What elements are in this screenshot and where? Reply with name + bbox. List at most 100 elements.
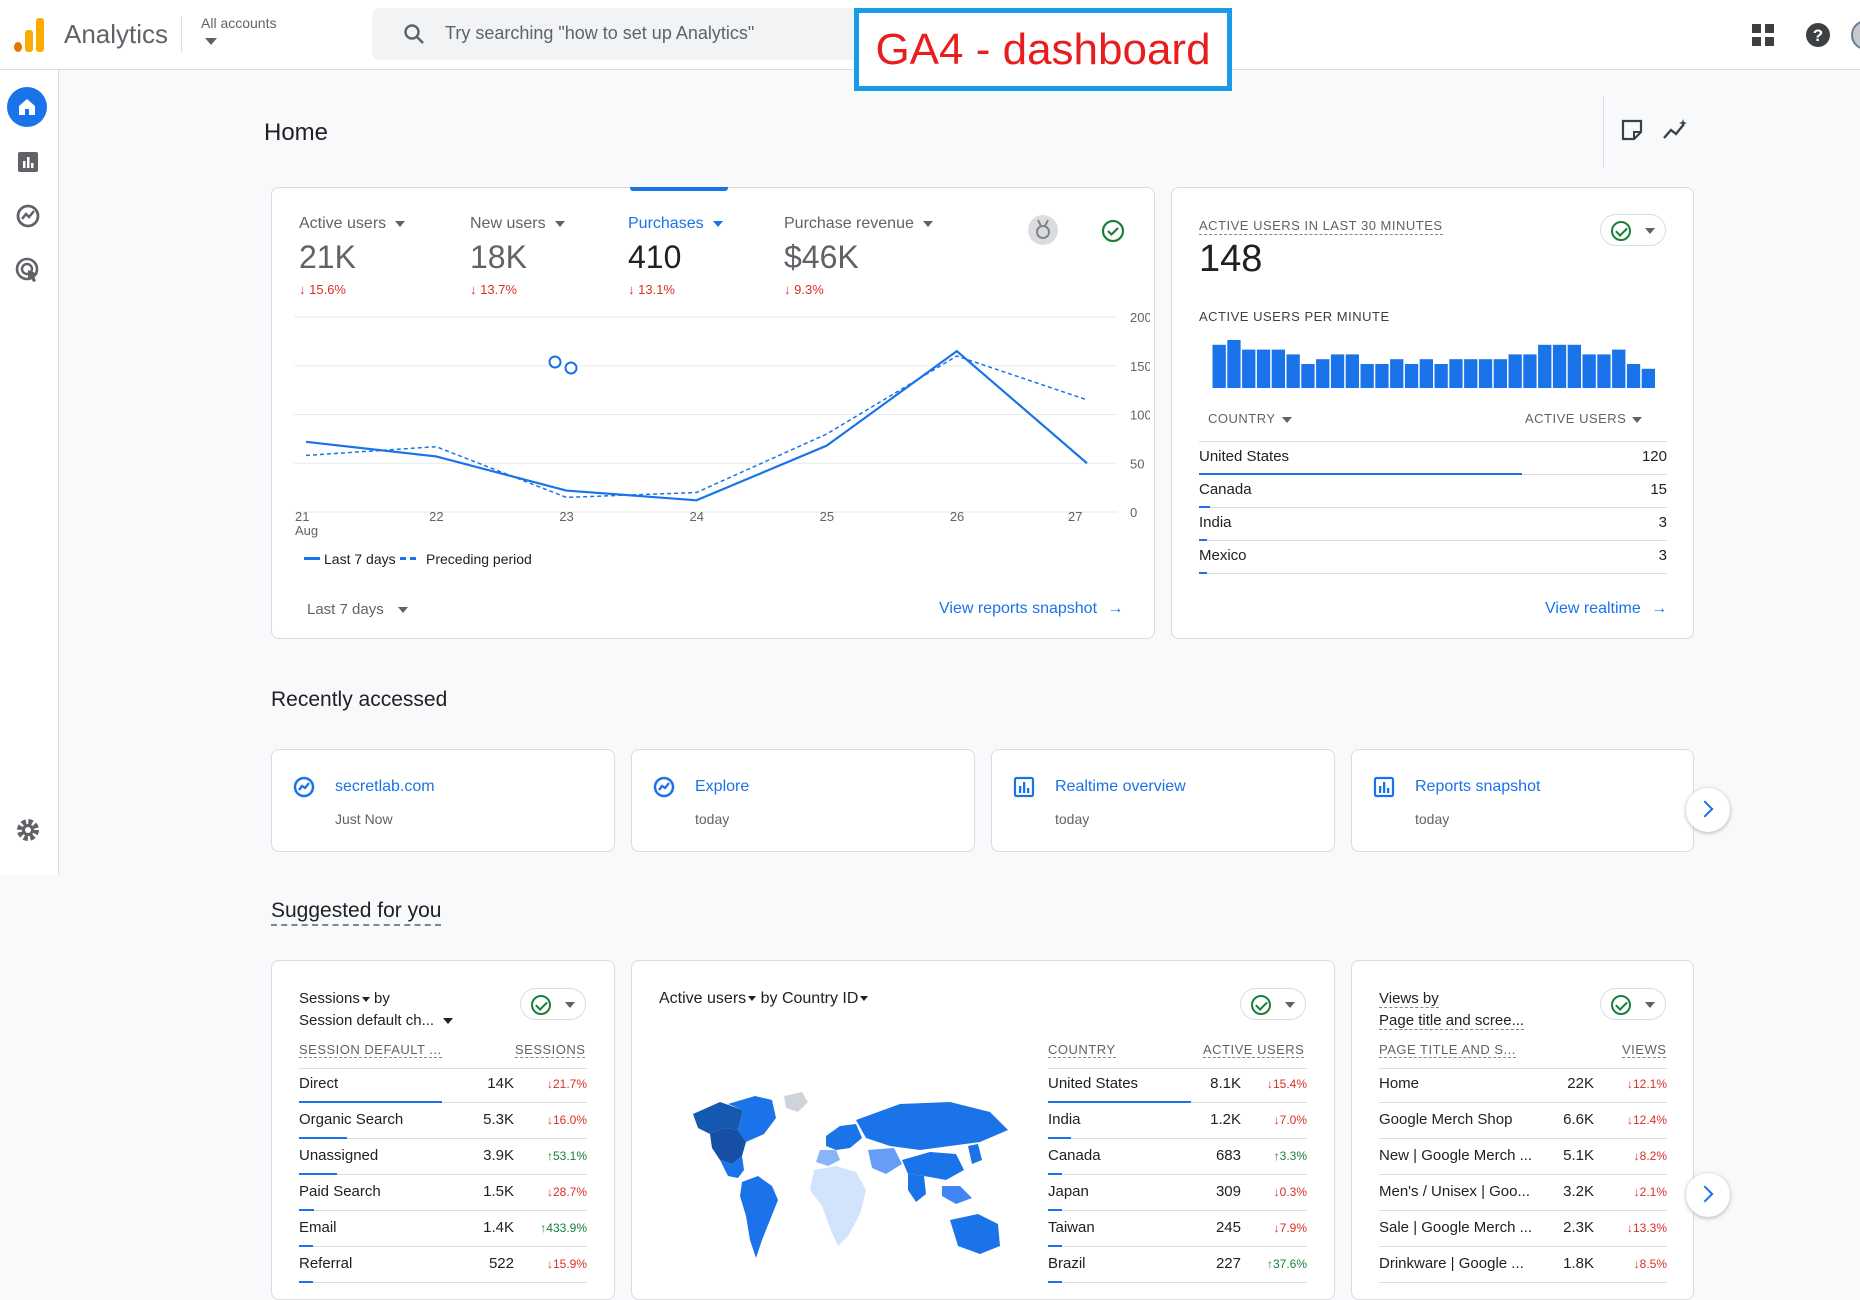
per-minute-bar[interactable] xyxy=(1404,364,1419,388)
help-icon[interactable]: ? xyxy=(1805,22,1831,48)
table-row-label[interactable]: Brazil xyxy=(1048,1255,1086,1272)
views-card-title[interactable]: Views by xyxy=(1379,990,1439,1008)
data-point-last-7-days[interactable] xyxy=(955,349,959,353)
view-realtime-link[interactable]: View realtime → xyxy=(1545,600,1667,618)
per-minute-bar[interactable] xyxy=(1256,349,1271,388)
per-minute-bar[interactable] xyxy=(1390,359,1404,388)
recent-item-title[interactable]: Reports snapshot xyxy=(1415,778,1540,796)
metric-tab-purchases[interactable]: Purchases xyxy=(628,215,723,233)
nav-home-button[interactable] xyxy=(7,87,47,127)
per-minute-bar[interactable] xyxy=(1567,344,1581,388)
table-row-label[interactable]: United States xyxy=(1048,1075,1138,1092)
table-row-label[interactable]: Drinkware | Google ... xyxy=(1379,1255,1524,1272)
table-row-label[interactable]: Sale | Google Merch ... xyxy=(1379,1219,1532,1236)
data-point-last-7-days[interactable] xyxy=(304,440,308,444)
per-minute-bar[interactable] xyxy=(1301,364,1315,388)
per-minute-bar[interactable] xyxy=(1286,354,1300,388)
account-selector-caret-icon[interactable] xyxy=(205,38,217,45)
table-row-label[interactable]: Organic Search xyxy=(299,1111,403,1128)
recent-next-button[interactable] xyxy=(1686,788,1730,832)
data-quality-toggle[interactable] xyxy=(520,988,586,1020)
per-minute-bar[interactable] xyxy=(1538,344,1552,388)
medal-icon[interactable] xyxy=(1027,214,1059,246)
country-card-title[interactable]: Active users by Country ID xyxy=(659,990,869,1008)
recent-item-card[interactable] xyxy=(271,749,615,852)
reports-icon[interactable] xyxy=(14,148,42,176)
per-minute-bar[interactable] xyxy=(1478,359,1493,388)
apps-grid-icon[interactable] xyxy=(1752,24,1774,46)
metric-tab-new-users[interactable]: New users xyxy=(470,215,565,233)
realtime-col-country[interactable]: COUNTRY xyxy=(1208,411,1292,426)
per-minute-bar[interactable] xyxy=(1345,354,1359,388)
check-icon[interactable] xyxy=(1101,219,1125,243)
table-row-label[interactable]: Men's / Unisex | Goo... xyxy=(1379,1183,1530,1200)
date-range-selector[interactable]: Last 7 days xyxy=(307,601,408,618)
suggested-next-button[interactable] xyxy=(1686,1173,1730,1217)
per-minute-bar[interactable] xyxy=(1523,354,1537,388)
country-col-dimension[interactable]: COUNTRY xyxy=(1048,1042,1116,1058)
recent-item-title[interactable]: secretlab.com xyxy=(335,778,435,796)
sessions-col-metric[interactable]: SESSIONS xyxy=(515,1042,586,1058)
analytics-logo[interactable] xyxy=(14,18,44,52)
table-row-label[interactable]: Direct xyxy=(299,1075,338,1092)
table-row-label[interactable]: Japan xyxy=(1048,1183,1089,1200)
per-minute-bar[interactable] xyxy=(1316,359,1330,388)
metric-tab-purchase-revenue[interactable]: Purchase revenue xyxy=(784,215,933,233)
per-minute-bar[interactable] xyxy=(1508,354,1522,388)
data-point-last-7-days[interactable] xyxy=(695,498,699,502)
per-minute-bar[interactable] xyxy=(1582,354,1596,388)
table-row-label[interactable]: Canada xyxy=(1048,1147,1101,1164)
sessions-card-title[interactable]: Sessions by xyxy=(299,990,390,1007)
per-minute-bar[interactable] xyxy=(1493,359,1507,388)
per-minute-bar[interactable] xyxy=(1375,364,1389,388)
table-row-label[interactable]: Taiwan xyxy=(1048,1219,1095,1236)
data-point-last-7-days[interactable] xyxy=(1085,461,1089,465)
data-point-last-7-days[interactable] xyxy=(564,489,568,493)
realtime-row-country[interactable]: United States xyxy=(1199,448,1289,465)
per-minute-bar[interactable] xyxy=(1330,354,1345,388)
account-selector-label[interactable]: All accounts xyxy=(201,15,276,31)
data-quality-toggle[interactable] xyxy=(1240,988,1306,1020)
table-row-label[interactable]: Google Merch Shop xyxy=(1379,1111,1512,1128)
table-row-label[interactable]: Referral xyxy=(299,1255,352,1272)
recent-item-title[interactable]: Explore xyxy=(695,778,749,796)
data-point-last-7-days[interactable] xyxy=(434,454,438,458)
table-row-label[interactable]: Unassigned xyxy=(299,1147,378,1164)
per-minute-bar[interactable] xyxy=(1360,364,1374,388)
advertising-icon[interactable] xyxy=(14,256,42,284)
per-minute-bar[interactable] xyxy=(1419,359,1433,388)
annotation-marker[interactable] xyxy=(548,355,562,369)
metric-tab-active-users[interactable]: Active users xyxy=(299,215,406,233)
sessions-card-dimension[interactable]: Session default ch... xyxy=(299,1012,454,1029)
recent-item-card[interactable] xyxy=(1351,749,1694,852)
table-row-label[interactable]: Paid Search xyxy=(299,1183,381,1200)
annotation-marker[interactable] xyxy=(564,361,578,375)
per-minute-bar[interactable] xyxy=(1552,344,1567,388)
per-minute-bar[interactable] xyxy=(1597,354,1611,388)
insights-icon[interactable] xyxy=(1662,118,1690,142)
realtime-row-country[interactable]: India xyxy=(1199,514,1232,531)
recent-item-card[interactable] xyxy=(631,749,975,852)
edit-note-icon[interactable] xyxy=(1620,118,1644,142)
table-row-label[interactable]: New | Google Merch ... xyxy=(1379,1147,1532,1164)
recent-item-card[interactable] xyxy=(991,749,1335,852)
realtime-row-country[interactable]: Mexico xyxy=(1199,547,1247,564)
views-col-metric[interactable]: VIEWS xyxy=(1622,1042,1667,1058)
data-quality-toggle[interactable] xyxy=(1600,988,1666,1020)
realtime-row-country[interactable]: Canada xyxy=(1199,481,1252,498)
table-row-label[interactable]: Email xyxy=(299,1219,337,1236)
per-minute-bar[interactable] xyxy=(1271,349,1285,388)
settings-icon[interactable] xyxy=(14,816,42,844)
per-minute-bar[interactable] xyxy=(1212,344,1226,388)
avatar[interactable] xyxy=(1851,20,1860,50)
per-minute-bar[interactable] xyxy=(1626,364,1641,388)
recent-item-title[interactable]: Realtime overview xyxy=(1055,778,1186,796)
per-minute-bar[interactable] xyxy=(1449,359,1463,388)
per-minute-bar[interactable] xyxy=(1612,349,1626,388)
realtime-col-active-users[interactable]: ACTIVE USERS xyxy=(1525,411,1643,426)
explore-icon[interactable] xyxy=(14,202,42,230)
country-col-metric[interactable]: ACTIVE USERS xyxy=(1203,1042,1305,1058)
per-minute-bar[interactable] xyxy=(1227,340,1241,388)
views-card-dimension[interactable]: Page title and scree... xyxy=(1379,1012,1525,1030)
data-point-last-7-days[interactable] xyxy=(825,444,829,448)
